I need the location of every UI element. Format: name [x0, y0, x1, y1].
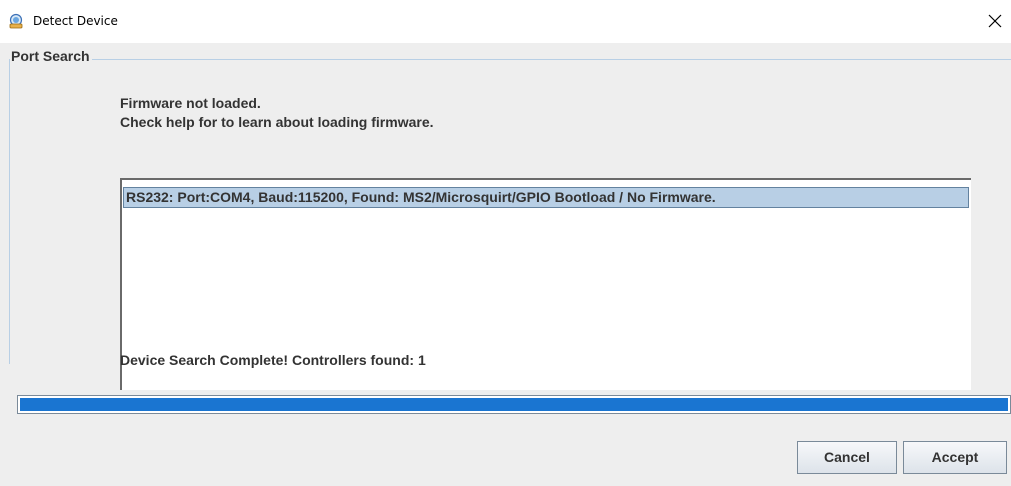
- detect-device-dialog: Detect Device Port Search Firmware not l…: [0, 0, 1011, 486]
- firmware-message: Firmware not loaded.: [120, 95, 261, 111]
- progress-bar: [17, 395, 1011, 414]
- status-text: Device Search Complete! Controllers foun…: [120, 352, 426, 368]
- close-icon[interactable]: [982, 8, 1008, 34]
- help-message: Check help for to learn about loading fi…: [120, 114, 434, 130]
- progress-fill: [20, 398, 1008, 411]
- dialog-content: Port Search Firmware not loaded. Check h…: [0, 43, 1011, 486]
- window-title: Detect Device: [33, 14, 118, 28]
- app-search-icon: [9, 13, 23, 29]
- accept-button[interactable]: Accept: [903, 441, 1007, 474]
- cancel-button[interactable]: Cancel: [797, 441, 897, 474]
- list-item[interactable]: RS232: Port:COM4, Baud:115200, Found: MS…: [123, 187, 969, 208]
- title-bar[interactable]: Detect Device: [0, 0, 1011, 43]
- group-title: Port Search: [10, 48, 92, 64]
